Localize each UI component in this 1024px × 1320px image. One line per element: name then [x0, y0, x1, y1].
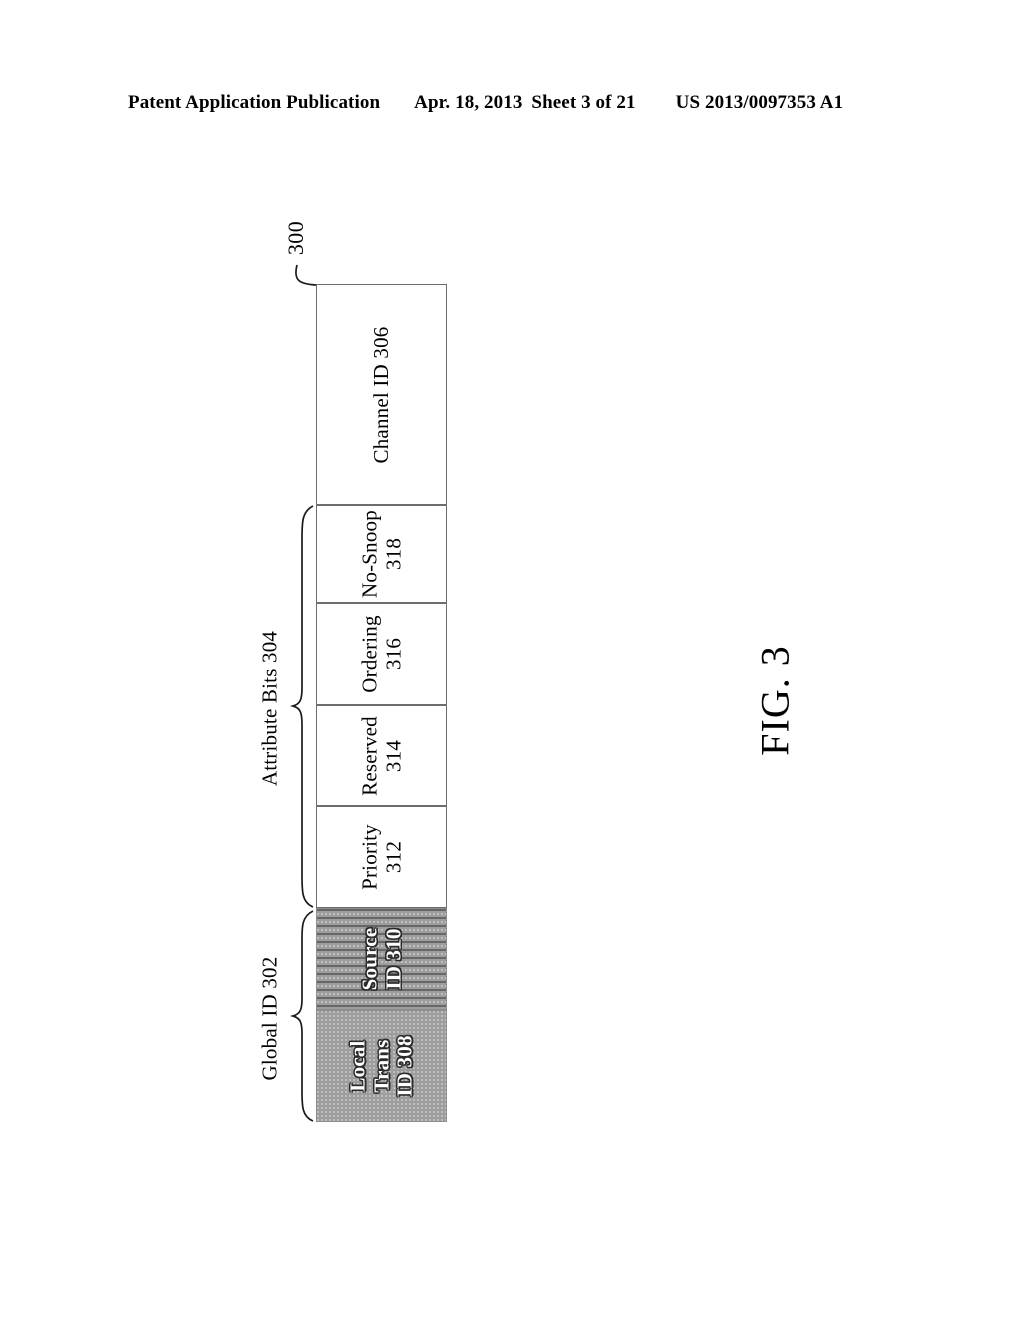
field-label-priority-line1: Priority: [356, 824, 381, 890]
field-label-source-id-line2: ID 310: [380, 928, 405, 990]
field-box-local-trans-id: Local Trans ID 308: [316, 1010, 447, 1122]
reference-numeral-300: 300: [272, 210, 320, 266]
field-box-reserved: Reserved 314: [316, 705, 447, 806]
field-label-ordering-line1: Ordering: [356, 615, 381, 693]
field-box-source-id: Source ID 310: [316, 908, 447, 1010]
field-label-reserved-line2: 314: [380, 739, 405, 772]
field-label-source-id: Source ID 310: [356, 927, 405, 991]
leader-lines-and-braces: [289, 264, 317, 1122]
field-label-no-snoop: No-Snoop 318: [356, 510, 405, 598]
field-label-local-trans-id-line1: Local: [345, 1040, 370, 1092]
field-label-channel-id: Channel ID 306: [368, 326, 393, 463]
field-label-priority: Priority 312: [356, 824, 405, 890]
field-label-reserved: Reserved 314: [356, 715, 405, 796]
group-label-global-id: Global ID 302: [257, 956, 282, 1081]
figure-caption: FIG. 3: [700, 600, 850, 800]
figure-caption-text: FIG. 3: [752, 644, 798, 756]
group-label-attribute-bits: Attribute Bits 304: [257, 630, 282, 787]
field-box-priority: Priority 312: [316, 806, 447, 908]
field-label-no-snoop-line1: No-Snoop: [356, 510, 381, 598]
field-label-source-id-line1: Source: [356, 927, 381, 991]
field-box-ordering: Ordering 316: [316, 603, 447, 705]
field-label-local-trans-id-line2: Trans: [368, 1039, 393, 1093]
figure-3-diagram: 300 Channel ID 306 No-Snoop 318 Ordering…: [0, 0, 1024, 1320]
field-label-no-snoop-line2: 318: [380, 537, 405, 571]
field-label-priority-line2: 312: [380, 840, 405, 874]
field-label-local-trans-id: Local Trans ID 308: [345, 1035, 417, 1097]
field-label-reserved-line1: Reserved: [356, 715, 381, 796]
field-label-ordering: Ordering 316: [356, 615, 405, 693]
field-label-ordering-line2: 316: [380, 637, 405, 671]
field-box-no-snoop: No-Snoop 318: [316, 505, 447, 603]
reference-numeral-300-text: 300: [282, 220, 308, 256]
field-box-channel-id: Channel ID 306: [316, 284, 447, 505]
field-label-local-trans-id-line3: ID 308: [392, 1035, 417, 1097]
leader-line-300: [295, 264, 317, 286]
brace-global-id: [289, 910, 314, 1122]
brace-attribute-bits: [289, 505, 314, 908]
